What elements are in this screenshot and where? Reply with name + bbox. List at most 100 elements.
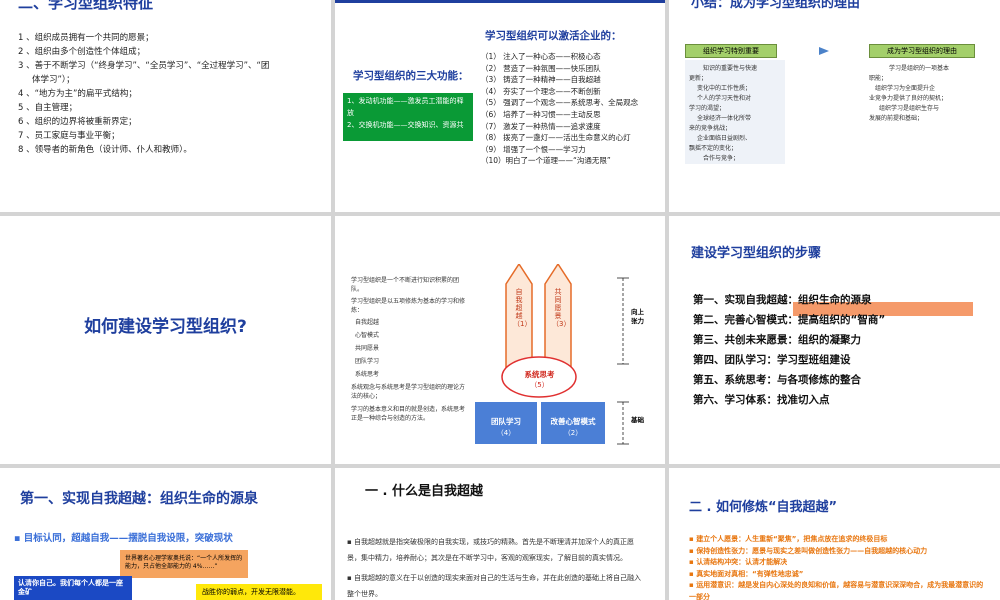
slide-thumbnail-5[interactable]: 学习型组织是一个不断进行知识积累的团队。 学习型组织是以五项修炼为基本的学习和修… <box>335 216 665 464</box>
function-item: 1、发动机功能——激发员工潜能的释放 <box>347 97 464 117</box>
list-item: （10）明白了一个道理——“沟通无限” <box>481 156 611 166</box>
list-item: （3） 铸造了一种精神——自我超越 <box>481 75 601 85</box>
text-line: 发展的前提和基础； <box>869 115 924 122</box>
step-item: 第一、实现自我超越：组织生命的源泉 <box>693 294 872 306</box>
list-item-text: 真实地面对真相：“有弹性地忠诚” <box>696 569 804 578</box>
list-item: （4） 夯实了一个理念——不断创新 <box>481 86 601 96</box>
bullet-text: 心智模式 <box>355 332 380 339</box>
slide-thumbnail-2[interactable]: 学习型组织可以激活企业的： 学习型组织的三大功能： 1、发动机功能——激发员工潜… <box>335 0 665 212</box>
text-line: 学习的渴望； <box>689 105 726 112</box>
list-item: 2 、组织由多个创造性个体组成； <box>18 47 146 57</box>
text-line: 全球经济一体化所带 <box>697 115 752 122</box>
slide-title: 二、学习型组织特征 <box>18 0 154 12</box>
bullet-text: 学习型组织是以五项修炼为基本的学习和修炼： <box>351 298 466 314</box>
slide-thumbnail-6[interactable]: 建设学习型组织的步骤 第一、实现自我超越：组织生命的源泉 第二、完善心智模式：提… <box>669 216 1000 464</box>
box-learning-important: 组织学习特别重要 <box>685 44 777 58</box>
blue-box: 认清你自己。我们每个人都是一座金矿 <box>14 576 132 600</box>
box-number: （2） <box>563 429 583 437</box>
text-line: 飘摇不定的变化； <box>689 145 738 152</box>
bullet-text: 团队学习 <box>355 358 380 365</box>
list-item: （2） 营造了一种氛围——快乐团队 <box>481 63 601 73</box>
definition-text: ▪ 自我超越就是指突破极限的自我实现，或技巧的精熟。首先是不断理清并加深个人的真… <box>347 534 647 600</box>
step-item: 第五、系统思考：与各项修炼的整合 <box>693 374 861 386</box>
upward-tension-label: 向上张力 <box>631 308 644 325</box>
slide-title: 二 . 如何修炼“自我超越” <box>689 500 838 515</box>
list-item: ▪ 保持创造性张力：愿景与现实之差叫做创造性张力——自我超越的核心动力 <box>689 546 989 558</box>
slide-thumbnail-1[interactable]: 二、学习型组织特征 1 、组织成员拥有一个共同的愿景； 2 、组织由多个创造性个… <box>0 0 331 212</box>
functions-title: 学习型组织的三大功能： <box>353 70 469 82</box>
text-line: 更新； <box>689 75 708 82</box>
list-item: （6） 培养了一种习惯——主动反思 <box>481 109 601 119</box>
text-line: 合作与竞争； <box>703 155 740 162</box>
function-item: 2、交换机功能——交换知识、资源共 <box>347 121 464 129</box>
pencil-label: 自我超越（1） <box>513 288 532 328</box>
bullet-text: 学习的基本意义和目的就是创造，系统思考正是一种综合与创造的方法。 <box>351 406 466 422</box>
slide-thumbnail-7[interactable]: 第一、实现自我超越：组织生命的源泉 ▪ 目标认同，超越自我——摆脱自我设限，突破… <box>0 468 331 600</box>
list-item: （5） 强调了一个观念——系统思考、全局观念 <box>481 98 639 108</box>
five-disciplines-text: 学习型组织是一个不断进行知识积累的团队。 学习型组织是以五项修炼为基本的学习和修… <box>351 276 469 423</box>
practice-list: ▪ 建立个人愿景：人生重新“聚焦”，把焦点放在追求的终极目标 ▪ 保持创造性张力… <box>689 534 989 600</box>
list-item: 3 、善于不断学习（“终身学习”、“全员学习”、“全过程学习”、“团 <box>18 61 270 71</box>
paragraph: ▪ 自我超越的意义在于以创造的现实来面对自己的生活与生命，并在此创造的基础上将自… <box>347 570 647 600</box>
quote-box: 世界著名心理学家奥托说：“一个人所发挥的能力，只占他全部能力的 4%……” <box>120 550 248 578</box>
bullet-icon: ▪ <box>347 574 354 582</box>
box-number: （4） <box>496 429 516 437</box>
bullet-text: 系统思考 <box>355 371 380 378</box>
slide-title: 建设学习型组织的步骤 <box>691 246 822 261</box>
functions-box: 1、发动机功能——激发员工潜能的释放 2、交换机功能——交换知识、资源共 <box>343 93 473 141</box>
text-line: 职能； <box>869 75 888 82</box>
left-text: 知识的重要性与快速 更新； 变化中的工作性质； 个人的学习天性和对 学习的渴望；… <box>689 64 757 164</box>
slide-thumbnail-4[interactable]: 如何建设学习型组织? <box>0 216 331 464</box>
list-item: 1 、组织成员拥有一个共同的愿景； <box>18 33 154 43</box>
box-label: 改善心智模式 <box>550 417 596 426</box>
slide-title: 小结：成为学习型组织的理由 <box>691 0 861 11</box>
list-item: ▪ 真实地面对真相：“有弹性地忠诚” <box>689 569 989 581</box>
bullet-text: 自我超越 <box>355 319 380 326</box>
bullet-text: 共同愿景 <box>355 345 380 352</box>
list-item: ▪ 建立个人愿景：人生重新“聚焦”，把焦点放在追求的终极目标 <box>689 534 989 546</box>
slide-title: 如何建设学习型组织? <box>84 317 247 337</box>
feature-list: 1 、组织成员拥有一个共同的愿景； 2 、组织由多个创造性个体组成； 3 、善于… <box>18 31 269 157</box>
slide-title: 第一、实现自我超越：组织生命的源泉 <box>20 491 258 507</box>
text-line: 企业面临日益剧烈、 <box>697 135 752 142</box>
step-item: 第四、团队学习：学习型班组建设 <box>693 354 851 366</box>
list-item-text: 认清结构冲突：认清才能解决 <box>696 558 788 566</box>
slide-thumbnail-8[interactable]: 一 . 什么是自我超越 ▪ 自我超越就是指突破极限的自我实现，或技巧的精熟。首先… <box>335 468 665 600</box>
list-item: 7 、员工家庭与事业平衡； <box>18 131 120 141</box>
box-reasons: 成为学习型组织的理由 <box>869 44 975 58</box>
box-label: 团队学习 <box>491 417 521 426</box>
paragraph-text: 自我超越就是指突破极限的自我实现，或技巧的精熟。首先是不断理清并加深个人的真正愿… <box>347 538 634 562</box>
subtitle: ▪ 目标认同，超越自我——摆脱自我设限，突破现状 <box>14 530 233 544</box>
list-item: ▪ 认清结构冲突：认清才能解决 <box>689 557 989 569</box>
bullet-text: 学习型组织是一个不断进行知识积累的团队。 <box>351 277 460 293</box>
bullet-icon: ▪ <box>14 533 24 544</box>
circle-number: （5） <box>530 381 549 389</box>
slide-title: 学习型组织可以激活企业的： <box>485 30 622 42</box>
circle-label: 系统思考 <box>524 370 555 379</box>
list-item: （1） 注入了一种心态——积极心态 <box>481 52 601 61</box>
slide-thumbnail-3[interactable]: 小结：成为学习型组织的理由 组织学习特别重要 成为学习型组织的理由 知识的重要性… <box>669 0 1000 212</box>
text-line: 学习是组织的一项基本 <box>889 65 950 72</box>
paragraph: ▪ 自我超越就是指突破极限的自我实现，或技巧的精熟。首先是不断理清并加深个人的真… <box>347 534 647 566</box>
slide-thumbnail-9[interactable]: 二 . 如何修炼“自我超越” ▪ 建立个人愿景：人生重新“聚焦”，把焦点放在追求… <box>669 468 1000 600</box>
step-item: 第二、完善心智模式：提高组织的“智商” <box>693 314 886 326</box>
bullet-icon: ▪ <box>347 538 354 546</box>
list-item: （7） 激发了一种热情——追求速度 <box>481 121 601 131</box>
list-item: （9） 增强了一个恨——学习力 <box>481 144 586 154</box>
arrow-icon <box>819 47 829 55</box>
text-line: 知识的重要性与快速 <box>703 65 758 72</box>
text-line: 个人的学习天性和对 <box>697 95 752 102</box>
right-text: 学习是组织的一项基本 职能； 组织学习为全面提升企 业竞争力提供了良好的契机； … <box>869 64 949 124</box>
list-item: （8） 拨亮了一盏灯——活出生命意义的心灯 <box>481 133 631 143</box>
list-item: 6 、组织的边界将被重新界定； <box>18 117 137 127</box>
list-item: 4 、“地方为主”的扁平式结构； <box>18 89 137 99</box>
text-line: 业竞争力提供了良好的契机； <box>869 95 948 102</box>
list-item-text: 建立个人愿景：人生重新“聚焦”，把焦点放在追求的终极目标 <box>696 535 888 543</box>
bullet-text: 系统观念与系统思考是学习型组织的理论方法的核心； <box>351 384 466 400</box>
list-item: 5 、自主管理； <box>18 103 78 113</box>
subtitle-text: 目标认同，超越自我——摆脱自我设限，突破现状 <box>23 533 233 544</box>
list-item: 8 、领导者的新角色（设计师、仆人和教师）。 <box>18 145 192 155</box>
list-item: 体学习”）； <box>32 75 75 85</box>
list-item-text: 运用潜意识：越是发自内心深处的良知和价值，越容易与潜意识深深吻合，成为我最潜意识… <box>689 581 984 600</box>
step-item: 第六、学习体系：找准切入点 <box>693 394 830 406</box>
